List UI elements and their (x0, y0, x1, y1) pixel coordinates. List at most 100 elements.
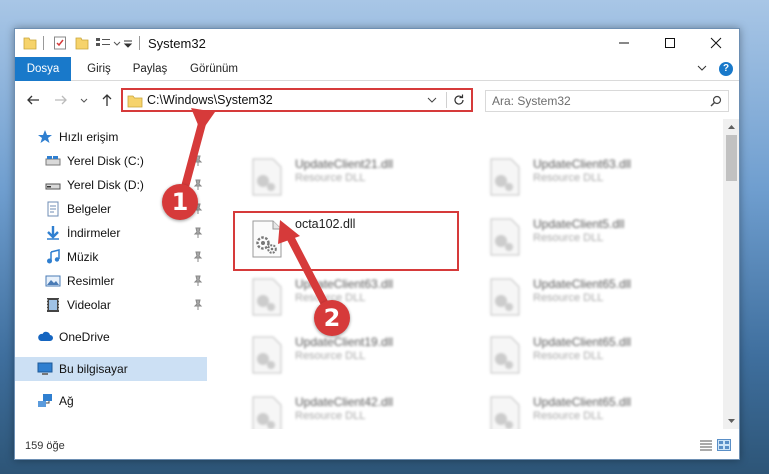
file-name: UpdateClient65.dll (533, 277, 632, 291)
file-type: Resource DLL (295, 410, 366, 422)
search-input[interactable] (492, 93, 692, 109)
download-icon (47, 226, 59, 240)
recent-locations-icon[interactable] (79, 92, 89, 108)
sidebar-item-local-disk-c[interactable]: Yerel Disk (C:) (15, 149, 207, 173)
file-name: UpdateClient65.dll (533, 335, 632, 349)
drive-icon (45, 156, 61, 166)
dll-file-icon (490, 218, 520, 256)
sidebar-item-label: Hızlı erişim (59, 130, 119, 144)
sidebar-item-onedrive[interactable]: OneDrive (15, 325, 207, 349)
new-folder-icon[interactable] (75, 35, 89, 51)
file-type: Resource DLL (295, 172, 366, 184)
file-type: Resource DLL (533, 292, 604, 304)
file-type: Resource DLL (295, 350, 366, 362)
file-item[interactable]: UpdateClient21.dll Resource DLL (241, 151, 461, 197)
file-item[interactable]: UpdateClient42.dll Resource DLL (241, 389, 461, 429)
window-title: System32 (148, 36, 206, 51)
sidebar-item-label: Resimler (67, 274, 115, 288)
item-count: 159 öğe (25, 440, 65, 452)
file-type: Resource DLL (533, 172, 604, 184)
vertical-scrollbar[interactable] (723, 119, 739, 429)
help-icon[interactable]: ? (719, 62, 733, 76)
view-options-icon[interactable] (95, 35, 121, 51)
file-item[interactable]: UpdateClient65.dll Resource DLL (479, 271, 699, 317)
folder-icon (127, 95, 143, 108)
file-item[interactable]: UpdateClient5.dll Resource DLL (479, 211, 699, 257)
search-icon[interactable] (710, 95, 722, 107)
customize-toolbar-icon[interactable] (123, 35, 133, 51)
folder-icon[interactable] (23, 35, 37, 51)
sidebar-item-this-pc[interactable]: Bu bilgisayar (15, 357, 207, 381)
file-item[interactable]: UpdateClient19.dll Resource DLL (241, 329, 461, 375)
file-name: UpdateClient42.dll (295, 395, 394, 409)
sidebar-item-label: Yerel Disk (D:) (67, 178, 144, 192)
file-name: UpdateClient19.dll (295, 335, 394, 349)
expand-ribbon-icon[interactable] (697, 63, 707, 73)
video-icon (47, 298, 59, 312)
up-arrow-icon[interactable] (99, 92, 115, 108)
computer-icon (37, 362, 53, 375)
forward-arrow-icon[interactable] (53, 92, 69, 108)
sidebar-item-label: Müzik (67, 250, 99, 264)
sidebar-item-network[interactable]: Ağ (15, 389, 207, 413)
navigation-pane: Hızlı erişim Yerel Disk (C:) Yerel Disk … (15, 119, 207, 429)
pin-icon[interactable] (193, 179, 203, 191)
sidebar-item-downloads[interactable]: İndirmeler (15, 221, 207, 245)
status-bar: 159 öğe (15, 429, 739, 459)
file-highlight-box (233, 211, 459, 271)
dll-file-icon (252, 158, 282, 196)
tab-view[interactable]: Görünüm (181, 57, 247, 81)
tab-share[interactable]: Paylaş (127, 57, 173, 81)
sidebar-item-quick-access[interactable]: Hızlı erişim (15, 125, 207, 149)
details-view-icon[interactable] (699, 439, 713, 451)
back-arrow-icon[interactable] (25, 92, 41, 108)
sidebar-item-label: Yerel Disk (C:) (67, 154, 144, 168)
large-icons-view-icon[interactable] (717, 439, 731, 451)
network-icon (38, 394, 52, 407)
star-icon (38, 130, 52, 143)
sidebar-item-pictures[interactable]: Resimler (15, 269, 207, 293)
refresh-icon[interactable] (452, 93, 466, 107)
scrollbar-thumb[interactable] (726, 135, 737, 181)
dll-file-icon (252, 336, 282, 374)
search-box[interactable] (485, 90, 729, 112)
file-item[interactable]: UpdateClient65.dll Resource DLL (479, 329, 699, 375)
step-callout-2: 2 (314, 300, 350, 336)
sidebar-item-label: İndirmeler (67, 226, 121, 240)
minimize-icon (619, 42, 629, 44)
toolbar-separator (43, 36, 44, 50)
sidebar-item-videos[interactable]: Videolar (15, 293, 207, 317)
file-name: UpdateClient63.dll (295, 277, 394, 291)
sidebar-item-label: Bu bilgisayar (59, 362, 128, 376)
tab-file[interactable]: Dosya (15, 57, 71, 81)
dll-file-icon (490, 396, 520, 429)
pin-icon[interactable] (193, 299, 203, 311)
address-path: C:\Windows\System32 (147, 93, 273, 107)
ribbon-tabs: Dosya Giriş Paylaş Görünüm ? (15, 57, 739, 81)
address-bar[interactable]: C:\Windows\System32 (121, 88, 473, 112)
pin-icon[interactable] (193, 227, 203, 239)
maximize-icon (665, 38, 675, 48)
pin-icon[interactable] (193, 155, 203, 167)
file-item[interactable]: UpdateClient63.dll Resource DLL (479, 151, 699, 197)
dll-file-icon (252, 396, 282, 429)
file-list: UpdateClient21.dll Resource DLL octa102.… (221, 119, 723, 429)
sidebar-item-label: Ağ (59, 394, 74, 408)
pin-icon[interactable] (193, 275, 203, 287)
pictures-icon (45, 275, 61, 287)
scroll-down-icon[interactable] (727, 416, 736, 425)
address-dropdown-icon[interactable] (427, 96, 437, 104)
maximize-button[interactable] (647, 29, 693, 57)
file-item[interactable]: UpdateClient63.dll Resource DLL (241, 271, 461, 317)
pin-icon[interactable] (193, 251, 203, 263)
minimize-button[interactable] (601, 29, 647, 57)
scroll-up-icon[interactable] (727, 123, 736, 132)
navigation-bar: C:\Windows\System32 (15, 81, 739, 119)
explorer-window: System32 Dosya Giriş Paylaş Görünüm ? C:… (14, 28, 740, 460)
tab-home[interactable]: Giriş (79, 57, 119, 81)
file-type: Resource DLL (533, 410, 604, 422)
sidebar-item-music[interactable]: Müzik (15, 245, 207, 269)
file-item[interactable]: UpdateClient65.dll Resource DLL (479, 389, 699, 429)
properties-icon[interactable] (53, 35, 67, 51)
close-button[interactable] (693, 29, 739, 57)
